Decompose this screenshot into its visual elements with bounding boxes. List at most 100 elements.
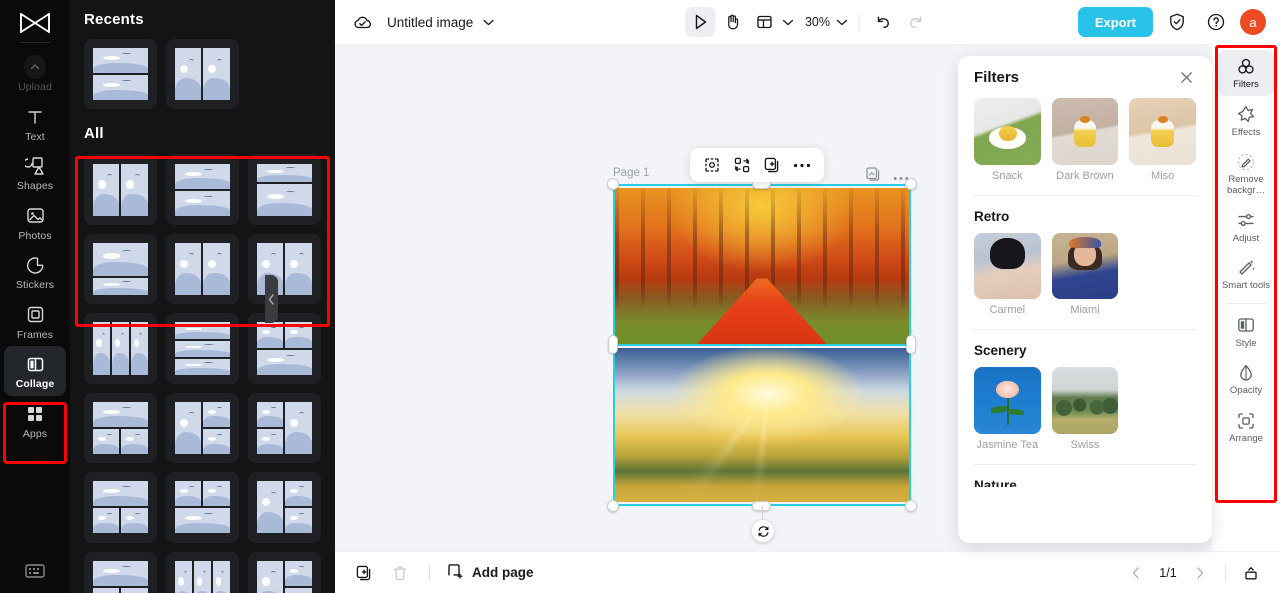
collage-template-thumb[interactable] bbox=[248, 551, 321, 593]
collage-template-thumb[interactable] bbox=[84, 313, 157, 384]
add-page-button[interactable]: Add page bbox=[446, 562, 534, 583]
rotate-icon[interactable] bbox=[752, 520, 774, 542]
help-circle-icon[interactable] bbox=[1201, 7, 1231, 37]
filters-panel-body[interactable]: Snack Dark Brown Miso Retro Carmel Miami Scene… bbox=[958, 98, 1212, 543]
delete-page-button[interactable] bbox=[387, 560, 413, 586]
resize-handle-right[interactable] bbox=[906, 335, 916, 354]
filter-item[interactable]: Snack bbox=[974, 98, 1041, 182]
shield-check-icon[interactable] bbox=[1162, 7, 1192, 37]
collage-template-thumb[interactable] bbox=[84, 392, 157, 464]
collage-image-sunset[interactable] bbox=[615, 348, 909, 502]
filter-thumbnail[interactable] bbox=[1051, 98, 1119, 165]
resize-handle-tl[interactable] bbox=[607, 178, 619, 190]
collage-template-thumb[interactable] bbox=[166, 472, 239, 543]
resize-handle-bl[interactable] bbox=[607, 500, 619, 512]
layout-tool-button[interactable] bbox=[749, 7, 779, 37]
filter-thumbnail[interactable] bbox=[974, 98, 1041, 165]
tool-effects[interactable]: Effects bbox=[1218, 98, 1274, 144]
collage-image-autumn[interactable] bbox=[615, 188, 909, 344]
filter-item[interactable]: Swiss bbox=[1051, 367, 1119, 452]
next-page-button[interactable] bbox=[1187, 560, 1213, 586]
collage-template-thumb[interactable] bbox=[166, 313, 239, 384]
keyboard-shortcuts-icon[interactable] bbox=[24, 562, 46, 585]
collage-template-thumb[interactable] bbox=[166, 154, 239, 225]
zoom-chevron-down-icon[interactable] bbox=[835, 15, 849, 29]
collage-template-thumb[interactable] bbox=[248, 154, 321, 225]
sidebar-item-text[interactable]: Text bbox=[4, 99, 66, 149]
sidebar-item-frames[interactable]: Frames bbox=[4, 297, 66, 347]
collage-template-thumb[interactable] bbox=[84, 233, 157, 305]
tool-label: Opacity bbox=[1229, 385, 1263, 397]
sidebar-item-photos[interactable]: Photos bbox=[4, 198, 66, 248]
collage-template-thumb[interactable] bbox=[248, 233, 321, 305]
collage-template-thumb[interactable] bbox=[166, 551, 239, 593]
undo-button[interactable] bbox=[868, 7, 898, 37]
tool-opacity[interactable]: Opacity bbox=[1218, 356, 1274, 402]
resize-handle-left[interactable] bbox=[608, 335, 618, 354]
bird-shape bbox=[135, 433, 140, 436]
sidebar-item-upload[interactable]: Upload bbox=[4, 49, 66, 99]
sidebar-item-stickers[interactable]: Stickers bbox=[4, 247, 66, 297]
collage-template-thumb[interactable] bbox=[84, 39, 157, 110]
collage-template-thumb[interactable] bbox=[166, 39, 239, 110]
tool-adjust[interactable]: Adjust bbox=[1218, 204, 1274, 250]
filter-label: Swiss bbox=[1070, 439, 1100, 452]
filter-thumbnail[interactable] bbox=[1051, 367, 1119, 435]
resize-handle-tr[interactable] bbox=[905, 178, 917, 190]
duplicate-page-button[interactable] bbox=[351, 560, 377, 586]
document-title[interactable]: Untitled image bbox=[387, 15, 473, 30]
tool-filters[interactable]: Filters bbox=[1218, 50, 1274, 96]
tool-smart-tools[interactable]: Smart tools bbox=[1218, 251, 1274, 297]
select-tool-button[interactable] bbox=[684, 7, 715, 37]
swap-replace-icon[interactable] bbox=[729, 152, 755, 178]
collage-template-thumb[interactable] bbox=[166, 233, 239, 305]
tool-remove-background[interactable]: Remove backgr… bbox=[1218, 145, 1274, 201]
artboard[interactable] bbox=[607, 178, 917, 542]
filter-thumbnail[interactable] bbox=[974, 232, 1041, 300]
export-panel-button[interactable] bbox=[1238, 560, 1264, 586]
filter-item[interactable]: Miami bbox=[1051, 232, 1119, 316]
filter-item[interactable]: Carmel bbox=[974, 232, 1041, 317]
panel-collapse-handle[interactable] bbox=[265, 275, 278, 323]
sidebar-item-collage[interactable]: Collage bbox=[4, 346, 66, 396]
redo-button[interactable] bbox=[900, 7, 930, 37]
resize-handle-br[interactable] bbox=[905, 500, 917, 512]
collage-template-thumb[interactable] bbox=[248, 392, 321, 464]
duplicate-icon[interactable] bbox=[759, 152, 785, 178]
collage-template-thumb[interactable] bbox=[248, 313, 321, 384]
hand-tool-button[interactable] bbox=[717, 7, 747, 37]
sidebar-item-apps[interactable]: Apps bbox=[4, 396, 66, 446]
filter-item[interactable]: Miso bbox=[1129, 98, 1196, 182]
chevron-down-icon[interactable] bbox=[481, 15, 495, 29]
tool-arrange[interactable]: Arrange bbox=[1218, 404, 1274, 450]
collage-template-thumb[interactable] bbox=[84, 551, 157, 593]
collage-pane bbox=[175, 48, 202, 101]
layout-chevron-down-icon[interactable] bbox=[781, 15, 795, 29]
collage-pane bbox=[285, 401, 312, 455]
filter-thumbnail[interactable] bbox=[1129, 98, 1196, 165]
collage-template-thumb[interactable] bbox=[248, 472, 321, 543]
filters-panel: Filters Snack Dark Brown Miso Retro Carmel Mi… bbox=[958, 56, 1212, 543]
filter-thumbnail[interactable] bbox=[974, 367, 1041, 434]
tool-style[interactable]: Style bbox=[1218, 309, 1274, 355]
bottom-divider bbox=[429, 564, 430, 581]
filter-thumbnail[interactable] bbox=[1051, 232, 1119, 300]
prev-page-button[interactable] bbox=[1123, 560, 1149, 586]
collage-template-thumb[interactable] bbox=[84, 472, 157, 543]
filter-item[interactable]: Dark Brown bbox=[1051, 98, 1119, 182]
capcut-logo[interactable] bbox=[14, 8, 56, 38]
crop-icon[interactable] bbox=[699, 152, 725, 178]
user-avatar[interactable]: a bbox=[1240, 9, 1266, 35]
page-label: Page 1 bbox=[613, 167, 650, 179]
filter-item[interactable]: Jasmine Tea bbox=[974, 367, 1041, 451]
collage-template-thumb[interactable] bbox=[84, 154, 157, 225]
bird-shape bbox=[203, 195, 214, 198]
collage-pane bbox=[257, 481, 284, 534]
close-icon[interactable] bbox=[1176, 67, 1196, 87]
zoom-level[interactable]: 30% bbox=[805, 15, 830, 29]
cloud-saved-icon bbox=[349, 9, 375, 35]
export-button[interactable]: Export bbox=[1077, 7, 1153, 37]
sidebar-item-shapes[interactable]: Shapes bbox=[4, 148, 66, 198]
collage-template-thumb[interactable] bbox=[166, 392, 239, 464]
more-ellipsis-icon[interactable] bbox=[789, 152, 815, 178]
